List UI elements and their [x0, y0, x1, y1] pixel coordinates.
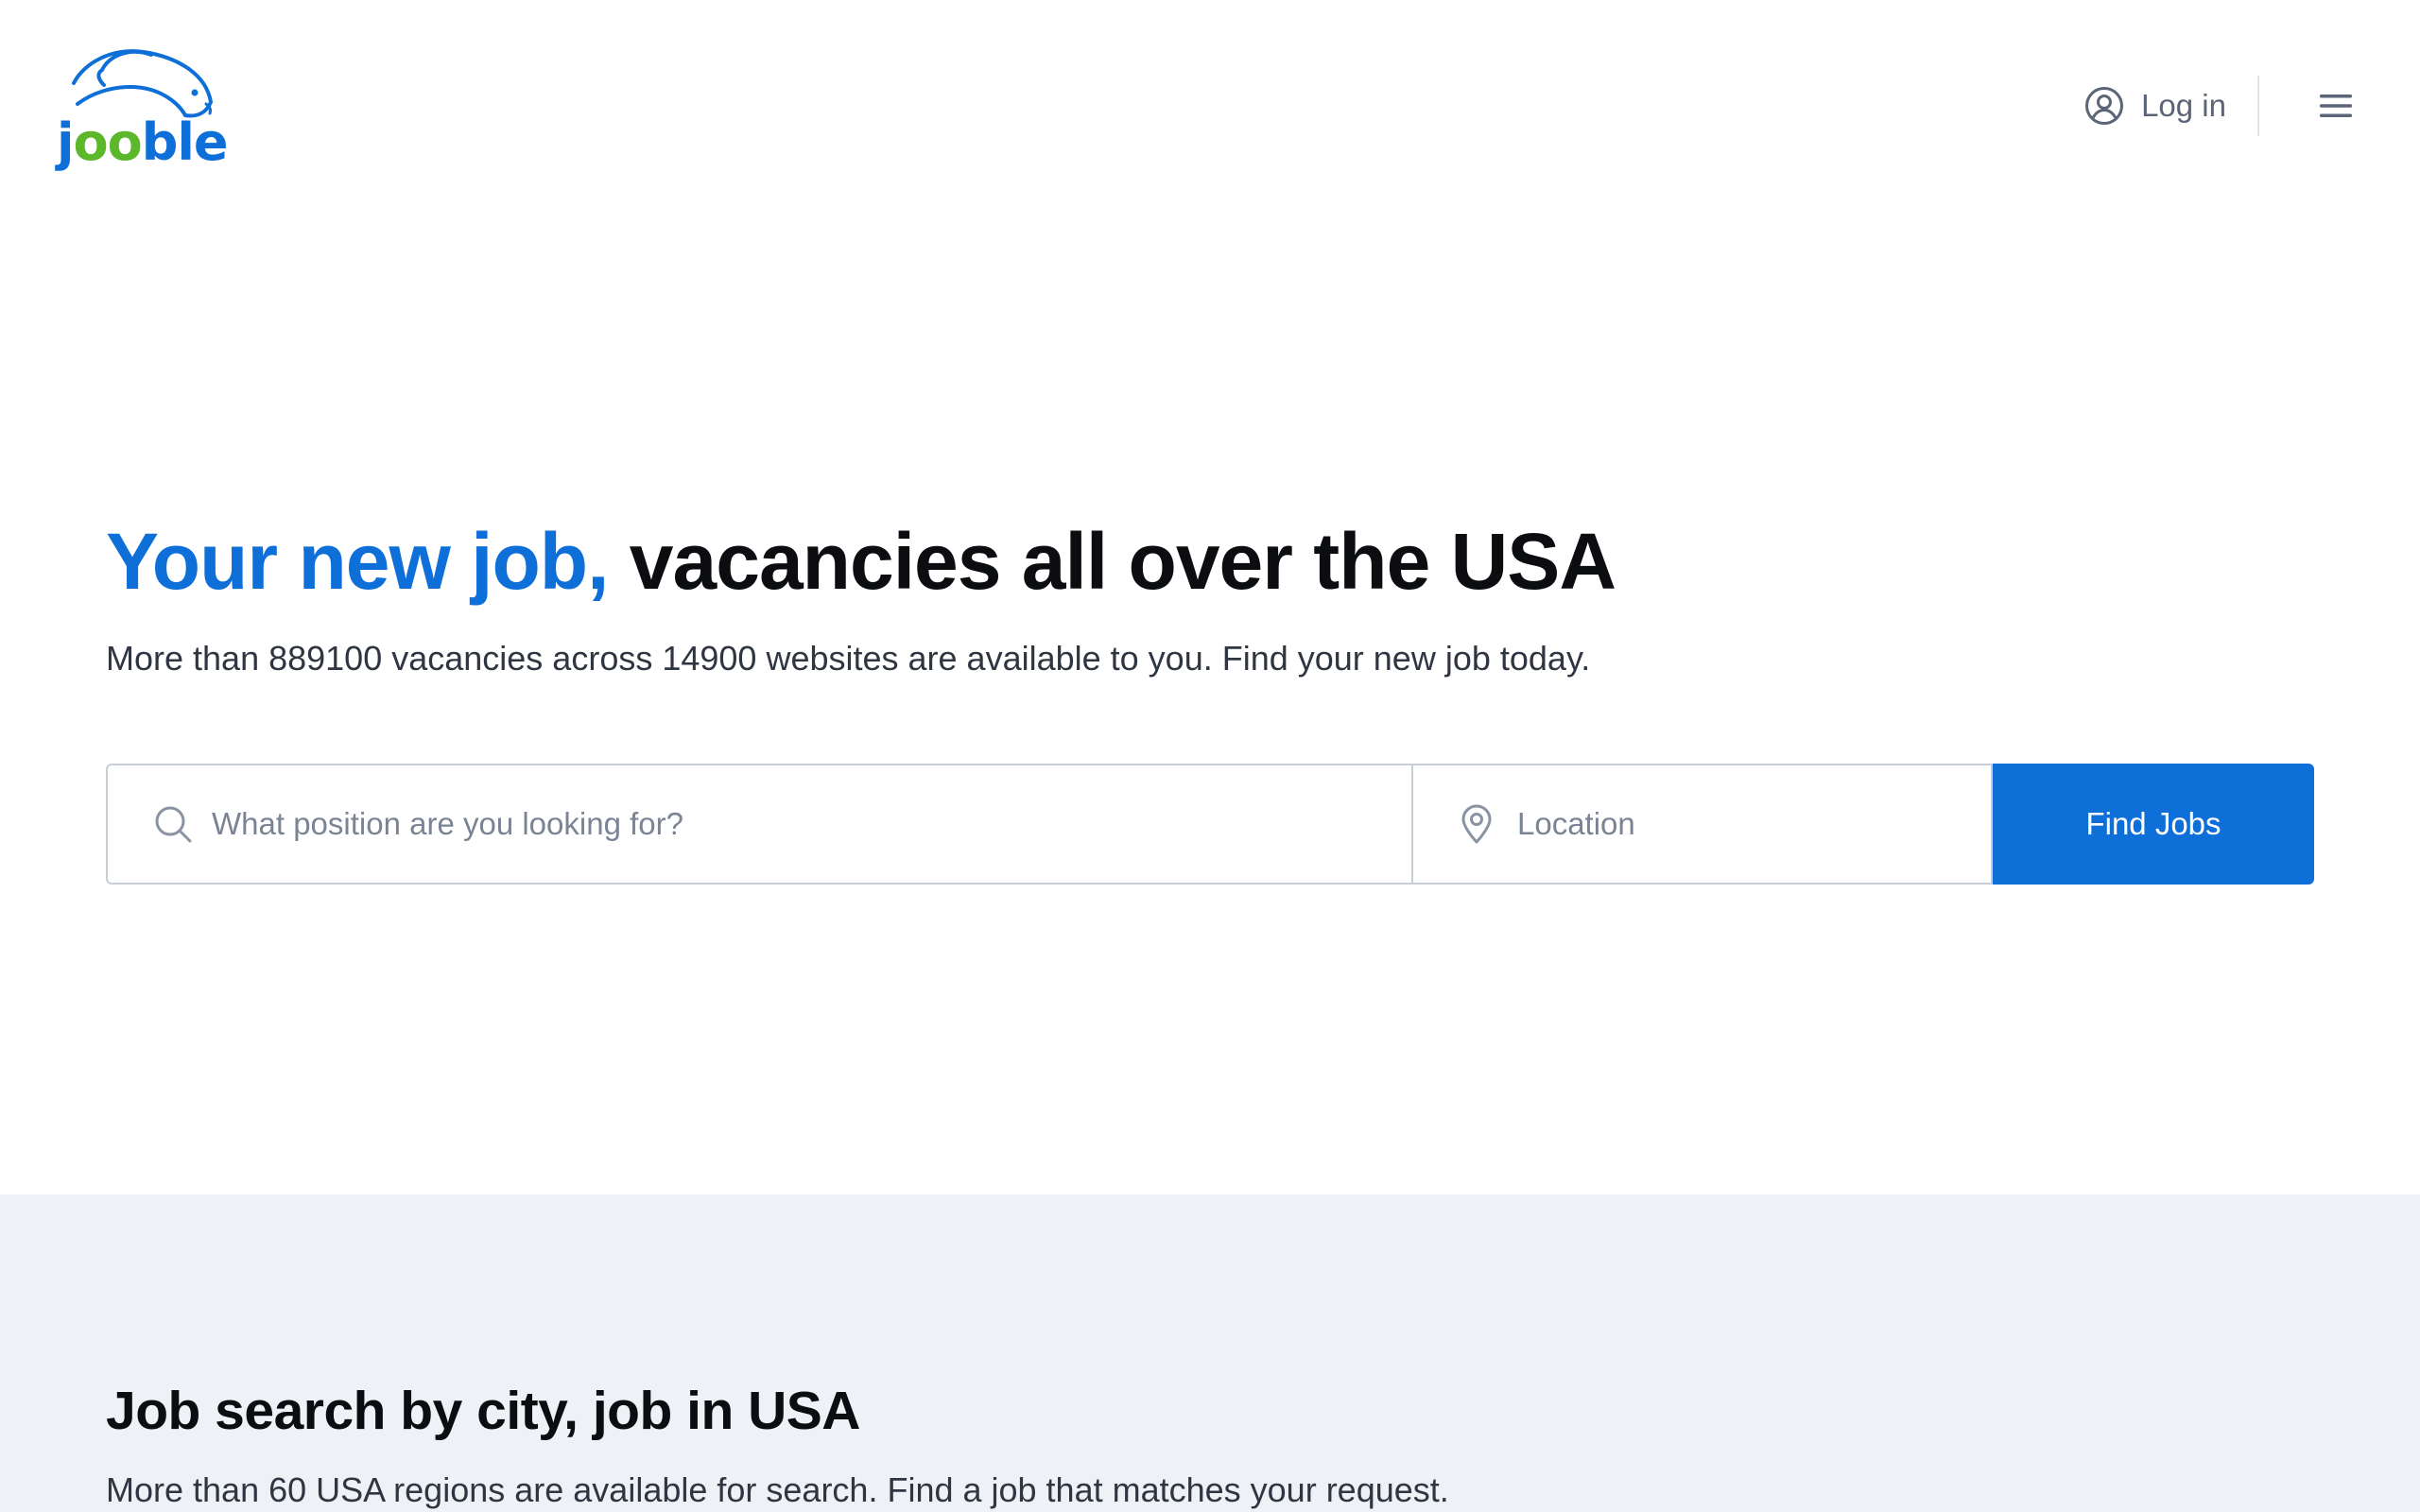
job-search-form: Find Jobs	[106, 764, 2314, 885]
position-field[interactable]	[106, 764, 1413, 885]
hero-title-accent: Your new job,	[106, 517, 609, 606]
city-search-section: Job search by city, job in USA More than…	[0, 1194, 2420, 1512]
hero-subtitle: More than 889100 vacancies across 14900 …	[106, 639, 1591, 678]
search-icon	[153, 804, 193, 844]
location-input[interactable]	[1413, 765, 1991, 883]
location-field[interactable]	[1413, 764, 1993, 885]
find-jobs-button[interactable]: Find Jobs	[1993, 764, 2314, 885]
hero-title: Your new job, vacancies all over the USA	[106, 518, 1616, 605]
location-pin-icon	[1461, 804, 1493, 844]
city-section-subtitle: More than 60 USA regions are available f…	[106, 1470, 1449, 1509]
bunny-logo-icon	[72, 49, 214, 118]
logo-part-oo: oo	[73, 112, 143, 172]
header-divider	[2257, 76, 2259, 136]
hero-title-rest: vacancies all over the USA	[629, 517, 1616, 606]
position-input[interactable]	[108, 765, 1411, 883]
login-label: Log in	[2141, 88, 2226, 123]
logo-part-j: j	[57, 112, 74, 172]
logo-wordmark: jooble	[57, 117, 229, 168]
jooble-logo[interactable]: jooble	[57, 45, 229, 168]
site-header: jooble Log in	[0, 0, 2420, 213]
logo-part-ble: ble	[141, 112, 229, 172]
menu-button[interactable]	[2314, 85, 2358, 127]
login-button[interactable]: Log in	[2084, 81, 2226, 130]
city-section-title: Job search by city, job in USA	[106, 1381, 860, 1441]
user-circle-icon	[2085, 87, 2124, 125]
hamburger-menu-icon	[2320, 94, 2352, 117]
